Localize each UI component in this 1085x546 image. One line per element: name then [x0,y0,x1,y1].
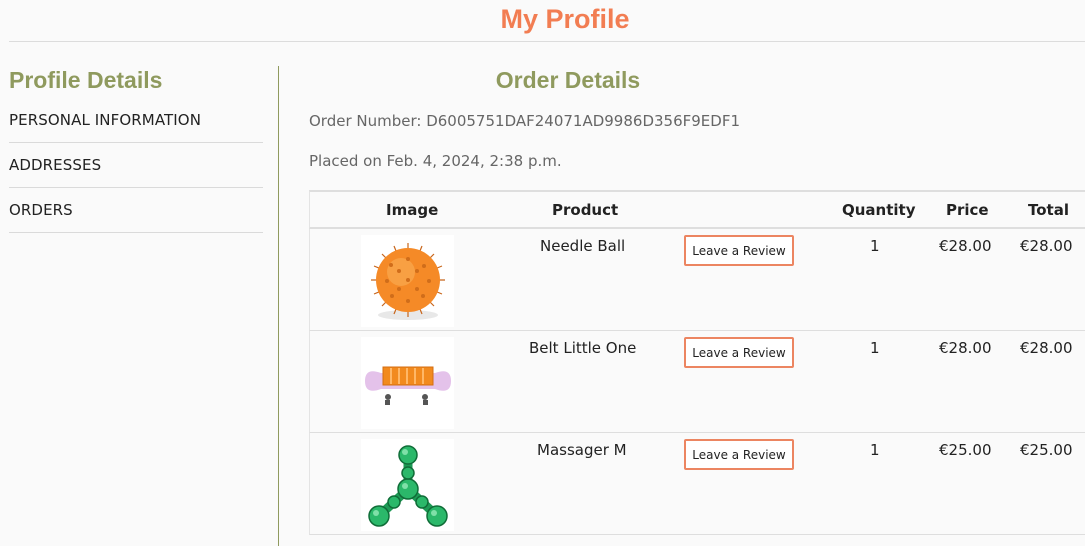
profile-sidebar: Profile Details PERSONAL INFORMATION ADD… [9,64,263,233]
column-header-image: Image [386,201,439,219]
column-header-product: Product [552,201,619,219]
item-total: €28.00 [1020,339,1073,357]
sidebar-item-personal-information[interactable]: PERSONAL INFORMATION [9,98,263,143]
sidebar-heading: Profile Details [9,67,163,93]
table-row: Needle Ball Leave a Review 1 €28.00 €28.… [309,229,1085,331]
table-header: Image Product Quantity Price Total [309,190,1085,229]
sidebar-item-addresses[interactable]: ADDRESSES [9,143,263,188]
title-divider [9,41,1085,42]
order-details-panel: Order Details Order Number: D6005751DAF2… [309,64,1085,170]
item-price: €28.00 [939,237,992,255]
item-price: €28.00 [939,339,992,357]
product-name: Massager M [537,441,627,459]
order-items-table: Image Product Quantity Price Total Needl… [309,190,1085,535]
order-number: Order Number: D6005751DAF24071AD9986D356… [309,112,740,130]
item-quantity: 1 [870,441,880,459]
sidebar-item-orders[interactable]: ORDERS [9,188,263,233]
item-total: €25.00 [1020,441,1073,459]
column-header-price: Price [946,201,989,219]
column-header-total: Total [1028,201,1069,219]
item-total: €28.00 [1020,237,1073,255]
table-row: Belt Little One Leave a Review 1 €28.00 … [309,331,1085,433]
item-quantity: 1 [870,339,880,357]
needle-ball-image [361,235,454,327]
order-details-heading: Order Details [495,67,641,93]
column-header-quantity: Quantity [842,201,916,219]
product-name: Belt Little One [529,339,637,357]
product-name: Needle Ball [540,237,626,255]
page-title: My Profile [500,4,630,34]
belt-image [361,337,454,429]
massager-image [361,439,454,531]
table-row: Massager M Leave a Review 1 €25.00 €25.0… [309,433,1085,535]
item-price: €25.00 [939,441,992,459]
order-placed-date: Placed on Feb. 4, 2024, 2:38 p.m. [309,152,562,170]
leave-review-button[interactable]: Leave a Review [684,235,794,266]
sidebar-divider [278,66,279,546]
leave-review-button[interactable]: Leave a Review [684,439,794,470]
leave-review-button[interactable]: Leave a Review [684,337,794,368]
item-quantity: 1 [870,237,880,255]
